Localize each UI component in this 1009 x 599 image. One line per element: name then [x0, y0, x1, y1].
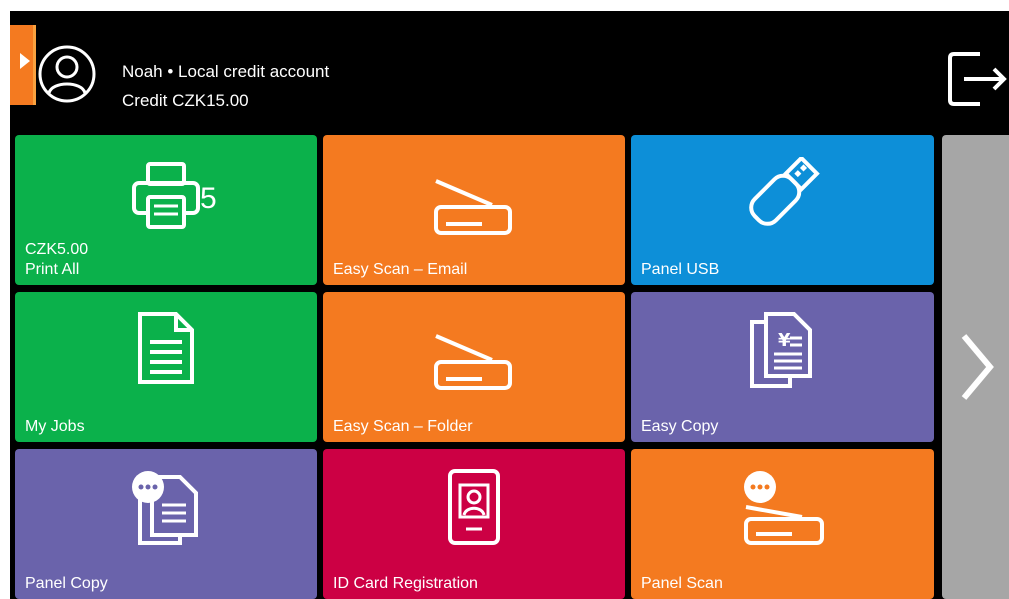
- svg-text:¥: ¥: [778, 330, 791, 351]
- panel-copy-icon: [132, 471, 198, 545]
- expand-arrow-icon: [20, 53, 30, 69]
- chevron-right-icon: [961, 334, 994, 400]
- tile-id-card-registration[interactable]: ID Card Registration: [323, 449, 625, 599]
- logout-icon[interactable]: [946, 48, 1008, 110]
- copy-document-icon: ¥: [749, 312, 812, 388]
- tile-label: Easy Scan – Email: [333, 261, 468, 278]
- tile-easy-copy[interactable]: ¥ Easy Copy: [631, 292, 934, 442]
- scanner-icon: [434, 179, 512, 235]
- scanner-icon: [434, 334, 512, 390]
- print-all-price: CZK5.00: [25, 241, 89, 258]
- tile-label: ID Card Registration: [333, 575, 478, 592]
- tile-label: Panel USB: [641, 261, 720, 278]
- header-bar: Noah • Local credit account Credit CZK15…: [10, 11, 1009, 131]
- panel-scan-icon: [743, 471, 824, 545]
- tile-print-all[interactable]: 5 CZK5.00 Print All: [15, 135, 317, 285]
- printer-icon: [132, 162, 200, 229]
- user-avatar-icon[interactable]: [37, 44, 97, 104]
- tile-easy-scan-folder[interactable]: Easy Scan – Folder: [323, 292, 625, 442]
- side-panel-tab[interactable]: [10, 25, 36, 105]
- tile-label: Panel Scan: [641, 575, 723, 592]
- tile-my-jobs[interactable]: My Jobs: [15, 292, 317, 442]
- terminal-screen: Noah • Local credit account Credit CZK15…: [10, 11, 1009, 599]
- credit-balance-text: Credit CZK15.00: [122, 91, 249, 110]
- tile-label: My Jobs: [25, 418, 85, 435]
- next-page-button[interactable]: [942, 135, 1009, 599]
- tile-label: Print All: [25, 261, 80, 278]
- id-card-icon: [448, 469, 500, 545]
- tile-easy-scan-email[interactable]: Easy Scan – Email: [323, 135, 625, 285]
- tile-panel-copy[interactable]: Panel Copy: [15, 449, 317, 599]
- tile-label: Easy Scan – Folder: [333, 418, 473, 435]
- document-icon: [138, 312, 194, 384]
- usb-drive-icon: [748, 157, 820, 226]
- tile-label: Panel Copy: [25, 575, 108, 592]
- tile-panel-scan[interactable]: Panel Scan: [631, 449, 934, 599]
- job-count-badge: 5: [200, 182, 217, 215]
- tile-panel-usb[interactable]: Panel USB: [631, 135, 934, 285]
- user-account-text: Noah • Local credit account: [122, 62, 330, 81]
- tile-label: Easy Copy: [641, 418, 719, 435]
